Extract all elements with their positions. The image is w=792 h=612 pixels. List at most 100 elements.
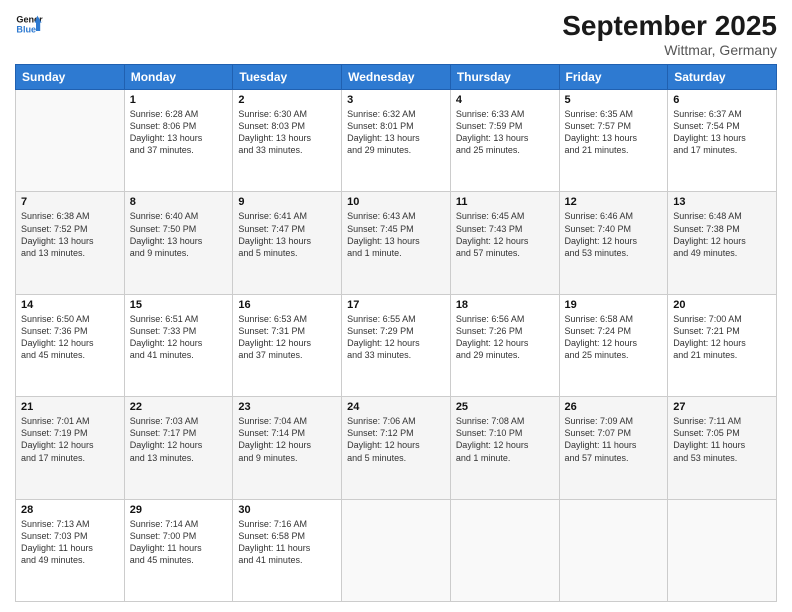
calendar-cell: 26 Sunrise: 7:09 AM Sunset: 7:07 PM Dayli…: [559, 397, 668, 499]
day-number: 2: [238, 94, 336, 106]
day-number: 3: [347, 94, 445, 106]
calendar-cell: 15 Sunrise: 6:51 AM Sunset: 7:33 PM Dayli…: [124, 294, 233, 396]
calendar-cell: 14 Sunrise: 6:50 AM Sunset: 7:36 PM Dayli…: [16, 294, 125, 396]
calendar-cell: 17Sunrise: 6:55 AM Sunset: 7:29 PM Dayli…: [342, 294, 451, 396]
day-info: Sunrise: 6:37 AM Sunset: 7:54 PM Dayligh…: [673, 108, 771, 157]
calendar-header-wednesday: Wednesday: [342, 65, 451, 90]
calendar-cell: 3Sunrise: 6:32 AM Sunset: 8:01 PM Daylig…: [342, 90, 451, 192]
calendar-cell: 6 Sunrise: 6:37 AM Sunset: 7:54 PM Daylig…: [668, 90, 777, 192]
calendar-cell: 16 Sunrise: 6:53 AM Sunset: 7:31 PM Dayli…: [233, 294, 342, 396]
day-info: Sunrise: 6:55 AM Sunset: 7:29 PM Dayligh…: [347, 313, 445, 362]
day-number: 24: [347, 401, 445, 413]
calendar-cell: [16, 90, 125, 192]
calendar-cell: 30 Sunrise: 7:16 AM Sunset: 6:58 PM Dayli…: [233, 499, 342, 601]
day-info: Sunrise: 7:03 AM Sunset: 7:17 PM Dayligh…: [130, 415, 228, 464]
calendar-cell: [342, 499, 451, 601]
day-number: 14: [21, 299, 119, 311]
day-info: Sunrise: 6:35 AM Sunset: 7:57 PM Dayligh…: [565, 108, 663, 157]
calendar-week-row: 21 Sunrise: 7:01 AM Sunset: 7:19 PM Dayli…: [16, 397, 777, 499]
day-info: Sunrise: 7:00 AM Sunset: 7:21 PM Dayligh…: [673, 313, 771, 362]
day-number: 30: [238, 504, 336, 516]
day-number: 6: [673, 94, 771, 106]
calendar-cell: 23Sunrise: 7:04 AM Sunset: 7:14 PM Dayli…: [233, 397, 342, 499]
day-number: 15: [130, 299, 228, 311]
day-number: 12: [565, 196, 663, 208]
calendar-cell: [668, 499, 777, 601]
day-number: 18: [456, 299, 554, 311]
day-info: Sunrise: 6:50 AM Sunset: 7:36 PM Dayligh…: [21, 313, 119, 362]
day-info: Sunrise: 7:06 AM Sunset: 7:12 PM Dayligh…: [347, 415, 445, 464]
calendar-cell: 7Sunrise: 6:38 AM Sunset: 7:52 PM Daylig…: [16, 192, 125, 294]
calendar-cell: 8Sunrise: 6:40 AM Sunset: 7:50 PM Daylig…: [124, 192, 233, 294]
calendar-cell: 28 Sunrise: 7:13 AM Sunset: 7:03 PM Dayli…: [16, 499, 125, 601]
logo: General Blue: [15, 10, 43, 38]
calendar-cell: 29 Sunrise: 7:14 AM Sunset: 7:00 PM Dayli…: [124, 499, 233, 601]
calendar-cell: 10 Sunrise: 6:43 AM Sunset: 7:45 PM Dayli…: [342, 192, 451, 294]
calendar-cell: 12 Sunrise: 6:46 AM Sunset: 7:40 PM Dayli…: [559, 192, 668, 294]
day-info: Sunrise: 6:30 AM Sunset: 8:03 PM Dayligh…: [238, 108, 336, 157]
day-number: 16: [238, 299, 336, 311]
logo-icon: General Blue: [15, 10, 43, 38]
day-info: Sunrise: 6:45 AM Sunset: 7:43 PM Dayligh…: [456, 210, 554, 259]
calendar-cell: 1Sunrise: 6:28 AM Sunset: 8:06 PM Daylig…: [124, 90, 233, 192]
day-info: Sunrise: 6:28 AM Sunset: 8:06 PM Dayligh…: [130, 108, 228, 157]
day-info: Sunrise: 7:11 AM Sunset: 7:05 PM Dayligh…: [673, 415, 771, 464]
calendar-cell: 27 Sunrise: 7:11 AM Sunset: 7:05 PM Dayli…: [668, 397, 777, 499]
day-number: 10: [347, 196, 445, 208]
calendar-cell: 5 Sunrise: 6:35 AM Sunset: 7:57 PM Daylig…: [559, 90, 668, 192]
day-number: 23: [238, 401, 336, 413]
day-number: 21: [21, 401, 119, 413]
day-info: Sunrise: 6:53 AM Sunset: 7:31 PM Dayligh…: [238, 313, 336, 362]
calendar-cell: 20 Sunrise: 7:00 AM Sunset: 7:21 PM Dayli…: [668, 294, 777, 396]
day-info: Sunrise: 6:48 AM Sunset: 7:38 PM Dayligh…: [673, 210, 771, 259]
calendar-cell: 9 Sunrise: 6:41 AM Sunset: 7:47 PM Daylig…: [233, 192, 342, 294]
day-number: 29: [130, 504, 228, 516]
location: Wittmar, Germany: [562, 42, 777, 58]
calendar-cell: 18Sunrise: 6:56 AM Sunset: 7:26 PM Dayli…: [450, 294, 559, 396]
calendar-cell: [559, 499, 668, 601]
day-number: 27: [673, 401, 771, 413]
day-number: 26: [565, 401, 663, 413]
day-info: Sunrise: 7:01 AM Sunset: 7:19 PM Dayligh…: [21, 415, 119, 464]
calendar-week-row: 7Sunrise: 6:38 AM Sunset: 7:52 PM Daylig…: [16, 192, 777, 294]
day-info: Sunrise: 7:14 AM Sunset: 7:00 PM Dayligh…: [130, 518, 228, 567]
calendar-week-row: 14 Sunrise: 6:50 AM Sunset: 7:36 PM Dayli…: [16, 294, 777, 396]
day-info: Sunrise: 6:33 AM Sunset: 7:59 PM Dayligh…: [456, 108, 554, 157]
title-section: September 2025 Wittmar, Germany: [562, 10, 777, 58]
calendar-cell: [450, 499, 559, 601]
day-info: Sunrise: 6:58 AM Sunset: 7:24 PM Dayligh…: [565, 313, 663, 362]
calendar-header-saturday: Saturday: [668, 65, 777, 90]
day-number: 20: [673, 299, 771, 311]
svg-text:Blue: Blue: [16, 24, 36, 34]
month-title: September 2025: [562, 10, 777, 42]
day-info: Sunrise: 6:41 AM Sunset: 7:47 PM Dayligh…: [238, 210, 336, 259]
day-number: 5: [565, 94, 663, 106]
day-info: Sunrise: 6:38 AM Sunset: 7:52 PM Dayligh…: [21, 210, 119, 259]
calendar-week-row: 28 Sunrise: 7:13 AM Sunset: 7:03 PM Dayli…: [16, 499, 777, 601]
calendar-cell: 24 Sunrise: 7:06 AM Sunset: 7:12 PM Dayli…: [342, 397, 451, 499]
day-number: 19: [565, 299, 663, 311]
day-info: Sunrise: 6:51 AM Sunset: 7:33 PM Dayligh…: [130, 313, 228, 362]
day-number: 25: [456, 401, 554, 413]
day-number: 8: [130, 196, 228, 208]
calendar-header-friday: Friday: [559, 65, 668, 90]
calendar-cell: 2 Sunrise: 6:30 AM Sunset: 8:03 PM Daylig…: [233, 90, 342, 192]
day-info: Sunrise: 7:09 AM Sunset: 7:07 PM Dayligh…: [565, 415, 663, 464]
calendar-cell: 13Sunrise: 6:48 AM Sunset: 7:38 PM Dayli…: [668, 192, 777, 294]
calendar-cell: 25Sunrise: 7:08 AM Sunset: 7:10 PM Dayli…: [450, 397, 559, 499]
calendar-header-tuesday: Tuesday: [233, 65, 342, 90]
calendar-body: 1Sunrise: 6:28 AM Sunset: 8:06 PM Daylig…: [16, 90, 777, 602]
calendar-week-row: 1Sunrise: 6:28 AM Sunset: 8:06 PM Daylig…: [16, 90, 777, 192]
day-info: Sunrise: 7:16 AM Sunset: 6:58 PM Dayligh…: [238, 518, 336, 567]
calendar-cell: 19 Sunrise: 6:58 AM Sunset: 7:24 PM Dayli…: [559, 294, 668, 396]
calendar-cell: 4 Sunrise: 6:33 AM Sunset: 7:59 PM Daylig…: [450, 90, 559, 192]
day-info: Sunrise: 6:43 AM Sunset: 7:45 PM Dayligh…: [347, 210, 445, 259]
day-number: 28: [21, 504, 119, 516]
day-number: 11: [456, 196, 554, 208]
day-info: Sunrise: 6:46 AM Sunset: 7:40 PM Dayligh…: [565, 210, 663, 259]
day-number: 4: [456, 94, 554, 106]
day-info: Sunrise: 7:13 AM Sunset: 7:03 PM Dayligh…: [21, 518, 119, 567]
calendar-table: SundayMondayTuesdayWednesdayThursdayFrid…: [15, 64, 777, 602]
day-number: 9: [238, 196, 336, 208]
calendar-cell: 22Sunrise: 7:03 AM Sunset: 7:17 PM Dayli…: [124, 397, 233, 499]
